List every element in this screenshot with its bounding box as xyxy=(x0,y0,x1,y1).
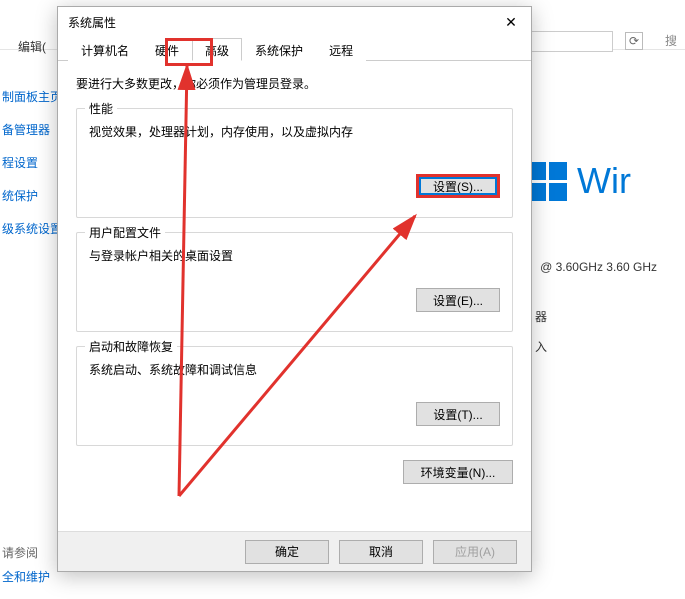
tab-computer-name[interactable]: 计算机名 xyxy=(68,38,142,61)
link-advanced[interactable]: 级系统设置 xyxy=(0,212,64,245)
environment-variables-button[interactable]: 环境变量(N)... xyxy=(403,460,513,484)
group-startup-recovery: 启动和故障恢复 系统启动、系统故障和调试信息 设置(T)... xyxy=(76,346,513,446)
performance-settings-button[interactable]: 设置(S)... xyxy=(416,174,500,198)
edit-menu[interactable]: 编辑( xyxy=(18,38,46,55)
search-placeholder: 搜 xyxy=(665,32,677,49)
tabstrip: 计算机名 硬件 高级 系统保护 远程 xyxy=(58,37,531,61)
windows-logo-text: Wir xyxy=(577,160,631,202)
titlebar: 系统属性 ✕ xyxy=(58,7,531,37)
group-startup-recovery-title: 启动和故障恢复 xyxy=(85,338,177,355)
see-also-label: 请参阅 xyxy=(2,544,38,561)
cpu-info: @ 3.60GHz 3.60 GHz xyxy=(540,260,657,274)
system-properties-dialog: 系统属性 ✕ 计算机名 硬件 高级 系统保护 远程 要进行大多数更改，你必须作为… xyxy=(57,6,532,572)
tab-protection[interactable]: 系统保护 xyxy=(242,38,316,61)
left-nav: 制面板主页 备管理器 程设置 统保护 级系统设置 xyxy=(0,80,64,245)
group-startup-recovery-desc: 系统启动、系统故障和调试信息 xyxy=(89,361,500,378)
ok-button[interactable]: 确定 xyxy=(245,540,329,564)
group-user-profiles: 用户配置文件 与登录帐户相关的桌面设置 设置(E)... xyxy=(76,232,513,332)
windows-logo: Wir xyxy=(528,160,631,202)
user-profiles-settings-button[interactable]: 设置(E)... xyxy=(416,288,500,312)
link-control-home[interactable]: 制面板主页 xyxy=(0,80,64,113)
close-icon[interactable]: ✕ xyxy=(491,7,531,37)
group-performance-desc: 视觉效果，处理器计划，内存使用，以及虚拟内存 xyxy=(89,123,500,140)
windows-logo-icon xyxy=(528,162,567,201)
link-remote[interactable]: 程设置 xyxy=(0,146,64,179)
bg-text-2: 入 xyxy=(535,338,547,355)
advanced-panel: 要进行大多数更改，你必须作为管理员登录。 性能 视觉效果，处理器计划，内存使用，… xyxy=(58,61,531,531)
group-user-profiles-title: 用户配置文件 xyxy=(85,224,165,241)
tab-hardware[interactable]: 硬件 xyxy=(142,38,192,61)
dialog-footer: 确定 取消 应用(A) xyxy=(58,531,531,571)
refresh-icon[interactable]: ⟳ xyxy=(625,32,643,50)
admin-note: 要进行大多数更改，你必须作为管理员登录。 xyxy=(76,75,513,92)
apply-button: 应用(A) xyxy=(433,540,517,564)
group-performance-title: 性能 xyxy=(85,100,117,117)
cancel-button[interactable]: 取消 xyxy=(339,540,423,564)
group-performance: 性能 视觉效果，处理器计划，内存使用，以及虚拟内存 设置(S)... xyxy=(76,108,513,218)
bg-text-1: 器 xyxy=(535,308,547,325)
tab-remote[interactable]: 远程 xyxy=(316,38,366,61)
dialog-title: 系统属性 xyxy=(68,14,116,31)
link-protection[interactable]: 统保护 xyxy=(0,179,64,212)
link-security[interactable]: 全和维护 xyxy=(2,568,50,585)
group-user-profiles-desc: 与登录帐户相关的桌面设置 xyxy=(89,247,500,264)
tab-advanced[interactable]: 高级 xyxy=(192,38,242,61)
link-device-mgr[interactable]: 备管理器 xyxy=(0,113,64,146)
startup-recovery-settings-button[interactable]: 设置(T)... xyxy=(416,402,500,426)
